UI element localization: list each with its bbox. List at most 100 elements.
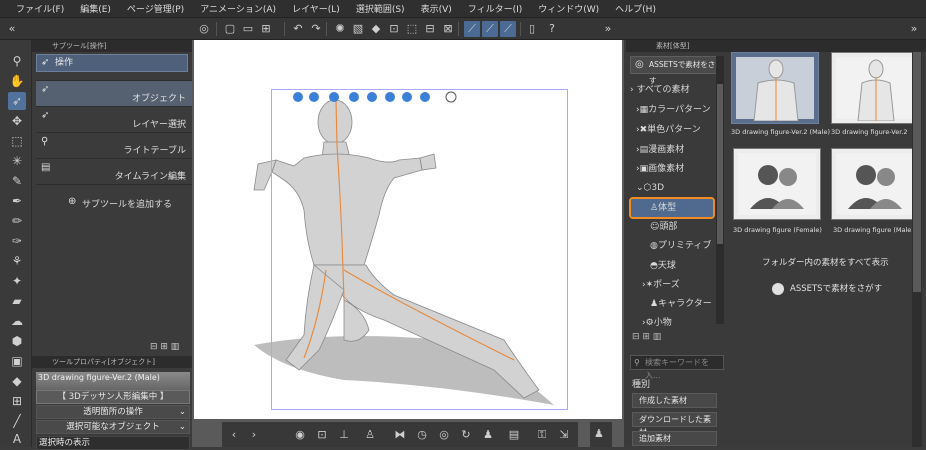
tree-footer-icons[interactable]: ⊟ ⊞ ▥	[632, 332, 661, 342]
subtool-item-timeline-edit[interactable]: ▤ タイムライン編集	[36, 158, 192, 184]
collapse-left-icon[interactable]: «	[4, 21, 20, 37]
prev-icon[interactable]: ‹	[226, 427, 242, 443]
smartphone-icon[interactable]: ▯	[524, 21, 540, 37]
subtool-item-layer-select[interactable]: ➶ レイヤー選択	[36, 106, 192, 132]
material-panel-tab[interactable]: 素材[体型]	[626, 40, 926, 52]
brush-tool-icon[interactable]: ✑	[8, 232, 26, 250]
menu-view[interactable]: 表示(V)	[413, 2, 460, 15]
new-file-icon[interactable]: ▢	[222, 21, 238, 37]
frame-tool-icon[interactable]: ⊞	[8, 392, 26, 410]
figure-shortcut-button[interactable]: ♟	[590, 422, 612, 447]
eraser-tool-icon[interactable]: ▰	[8, 292, 26, 310]
pencil-tool-icon[interactable]: ✏	[8, 212, 26, 230]
eyedropper-tool-icon[interactable]: ✎	[8, 172, 26, 190]
transparent-operation-row[interactable]: 透明箇所の操作 ⌄	[36, 405, 190, 419]
figure-body-icon[interactable]: ♟	[480, 427, 496, 443]
menu-window[interactable]: ウィンドウ(W)	[530, 2, 607, 15]
tree-item-primitive[interactable]: ◍プリミティブ	[650, 237, 744, 255]
show-all-folder-materials[interactable]: フォルダー内の素材をすべて表示	[762, 256, 889, 268]
app-logo-icon[interactable]: ◎	[196, 21, 212, 37]
material-thumb-male[interactable]	[831, 148, 919, 220]
fit-view-icon[interactable]: ⊡	[314, 427, 330, 443]
invert-selection-icon[interactable]: ⊠	[440, 21, 456, 37]
subtool-item-object[interactable]: ➶ オブジェクト	[36, 80, 192, 106]
menu-selection[interactable]: 選択範囲(S)	[348, 2, 413, 15]
selection-tool-icon[interactable]: ⬚	[8, 132, 26, 150]
snap-special-ruler-icon[interactable]: ⟋	[482, 21, 498, 37]
clipboard-icon[interactable]: ▤	[506, 427, 522, 443]
menu-page[interactable]: ページ管理(P)	[119, 2, 192, 15]
snap-ruler-icon[interactable]: ⟋	[464, 21, 480, 37]
collapse-far-right-icon[interactable]: »	[906, 21, 922, 37]
kind-created-button[interactable]: 作成した素材	[632, 393, 717, 408]
redo-icon[interactable]: ↷	[308, 21, 324, 37]
search-input[interactable]: ⚲ 検索キーワードを入...	[630, 355, 724, 380]
refresh-icon[interactable]: ↻	[458, 427, 474, 443]
pose-icon[interactable]: ♙	[362, 427, 378, 443]
tree-item-head[interactable]: ☺頭部	[650, 218, 744, 236]
material-thumb-female[interactable]	[733, 148, 821, 220]
decoration-tool-icon[interactable]: ✦	[8, 272, 26, 290]
add-subtool-link[interactable]: サブツールを追加する	[82, 197, 172, 210]
gradient-tool-icon[interactable]: ▣	[8, 352, 26, 370]
tree-scrollbar-thumb[interactable]	[717, 84, 723, 244]
selectable-object-row[interactable]: 選択可能なオブジェクト ⌄	[36, 420, 190, 434]
subtool-group-operation[interactable]: ➶ 操作	[36, 54, 188, 72]
collapse-right-icon[interactable]: »	[600, 21, 616, 37]
hand-tool-icon[interactable]: ✋	[8, 72, 26, 90]
next-icon[interactable]: ›	[246, 427, 262, 443]
tree-item-all[interactable]: › すべての素材	[630, 81, 724, 99]
operation-tool-icon[interactable]: ➶	[8, 92, 26, 110]
material-thumb-female-v2[interactable]	[831, 52, 919, 124]
camera-icon[interactable]: ◉	[292, 427, 308, 443]
kind-added-button[interactable]: 追加素材	[632, 431, 717, 446]
menu-animation[interactable]: アニメーション(A)	[192, 2, 284, 15]
ground-icon[interactable]: ⊥	[336, 427, 352, 443]
subtool-panel-tab[interactable]: サブツール[操作]	[32, 40, 192, 52]
display-on-select-row[interactable]: 選択時の表示	[36, 436, 190, 450]
assets-search-link[interactable]: ASSETSで素材をさがす	[790, 282, 882, 294]
airbrush-tool-icon[interactable]: ⚘	[8, 252, 26, 270]
text-tool-icon[interactable]: A	[8, 430, 26, 448]
menu-help[interactable]: ヘルプ(H)	[607, 2, 664, 15]
snap-grid-icon[interactable]: ⟋	[500, 21, 516, 37]
open-file-icon[interactable]: ▭	[240, 21, 256, 37]
deselect-icon[interactable]: ⬚	[404, 21, 420, 37]
ruler-tool-icon[interactable]: ╱	[8, 412, 26, 430]
subtool-item-lighttable[interactable]: ⚲ ライトテーブル	[36, 132, 192, 158]
crop-icon[interactable]: ⊟	[422, 21, 438, 37]
menu-filter[interactable]: フィルター(I)	[460, 2, 531, 15]
pen-tool-icon[interactable]: ✒	[8, 192, 26, 210]
undo-icon[interactable]: ↶	[290, 21, 306, 37]
tree-item-body-type[interactable]: ♙体型	[650, 199, 744, 217]
move-tool-icon[interactable]: ✥	[8, 112, 26, 130]
material-label-male: 3D drawing figure (Male)	[833, 226, 914, 234]
assets-search-button[interactable]: ◎ ASSETSで素材をさがす	[630, 56, 724, 85]
figure-tool-icon[interactable]: ◆	[8, 372, 26, 390]
flip-icon[interactable]: ⧓	[392, 427, 408, 443]
register-icon[interactable]: ⇲	[556, 427, 572, 443]
fill-tool-icon[interactable]: ⬢	[8, 332, 26, 350]
loading-icon[interactable]: ✺	[332, 21, 348, 37]
save-icon[interactable]: ⊞	[258, 21, 274, 37]
tree-item-character[interactable]: ♟キャラクター	[650, 295, 744, 313]
menu-edit[interactable]: 編集(E)	[72, 2, 119, 15]
menu-file[interactable]: ファイル(F)	[0, 2, 72, 15]
blend-tool-icon[interactable]: ☁	[8, 312, 26, 330]
zoom-tool-icon[interactable]: ⚲	[8, 52, 26, 70]
subtool-footer-icons[interactable]: ⊟ ⊞ ▥	[150, 342, 179, 352]
clear-icon[interactable]: ▧	[350, 21, 366, 37]
target-icon[interactable]: ◎	[436, 427, 452, 443]
material-thumb-male-v2[interactable]	[731, 52, 819, 124]
lock-icon[interactable]: ⚿	[534, 427, 550, 443]
transform-icon[interactable]: ⊡	[386, 21, 402, 37]
clock-icon[interactable]: ◷	[414, 427, 430, 443]
material-scrollbar-thumb[interactable]	[913, 52, 921, 292]
tool-property-tab[interactable]: ツールプロパティ[オブジェクト]	[32, 356, 192, 368]
menu-layer[interactable]: レイヤー(L)	[284, 2, 348, 15]
tree-item-sky[interactable]: ◓天球	[650, 257, 744, 275]
help-icon[interactable]: ?	[544, 21, 560, 37]
kind-downloaded-button[interactable]: ダウンロードした素材	[632, 412, 717, 437]
auto-select-tool-icon[interactable]: ✳	[8, 152, 26, 170]
fill-icon[interactable]: ◆	[368, 21, 384, 37]
